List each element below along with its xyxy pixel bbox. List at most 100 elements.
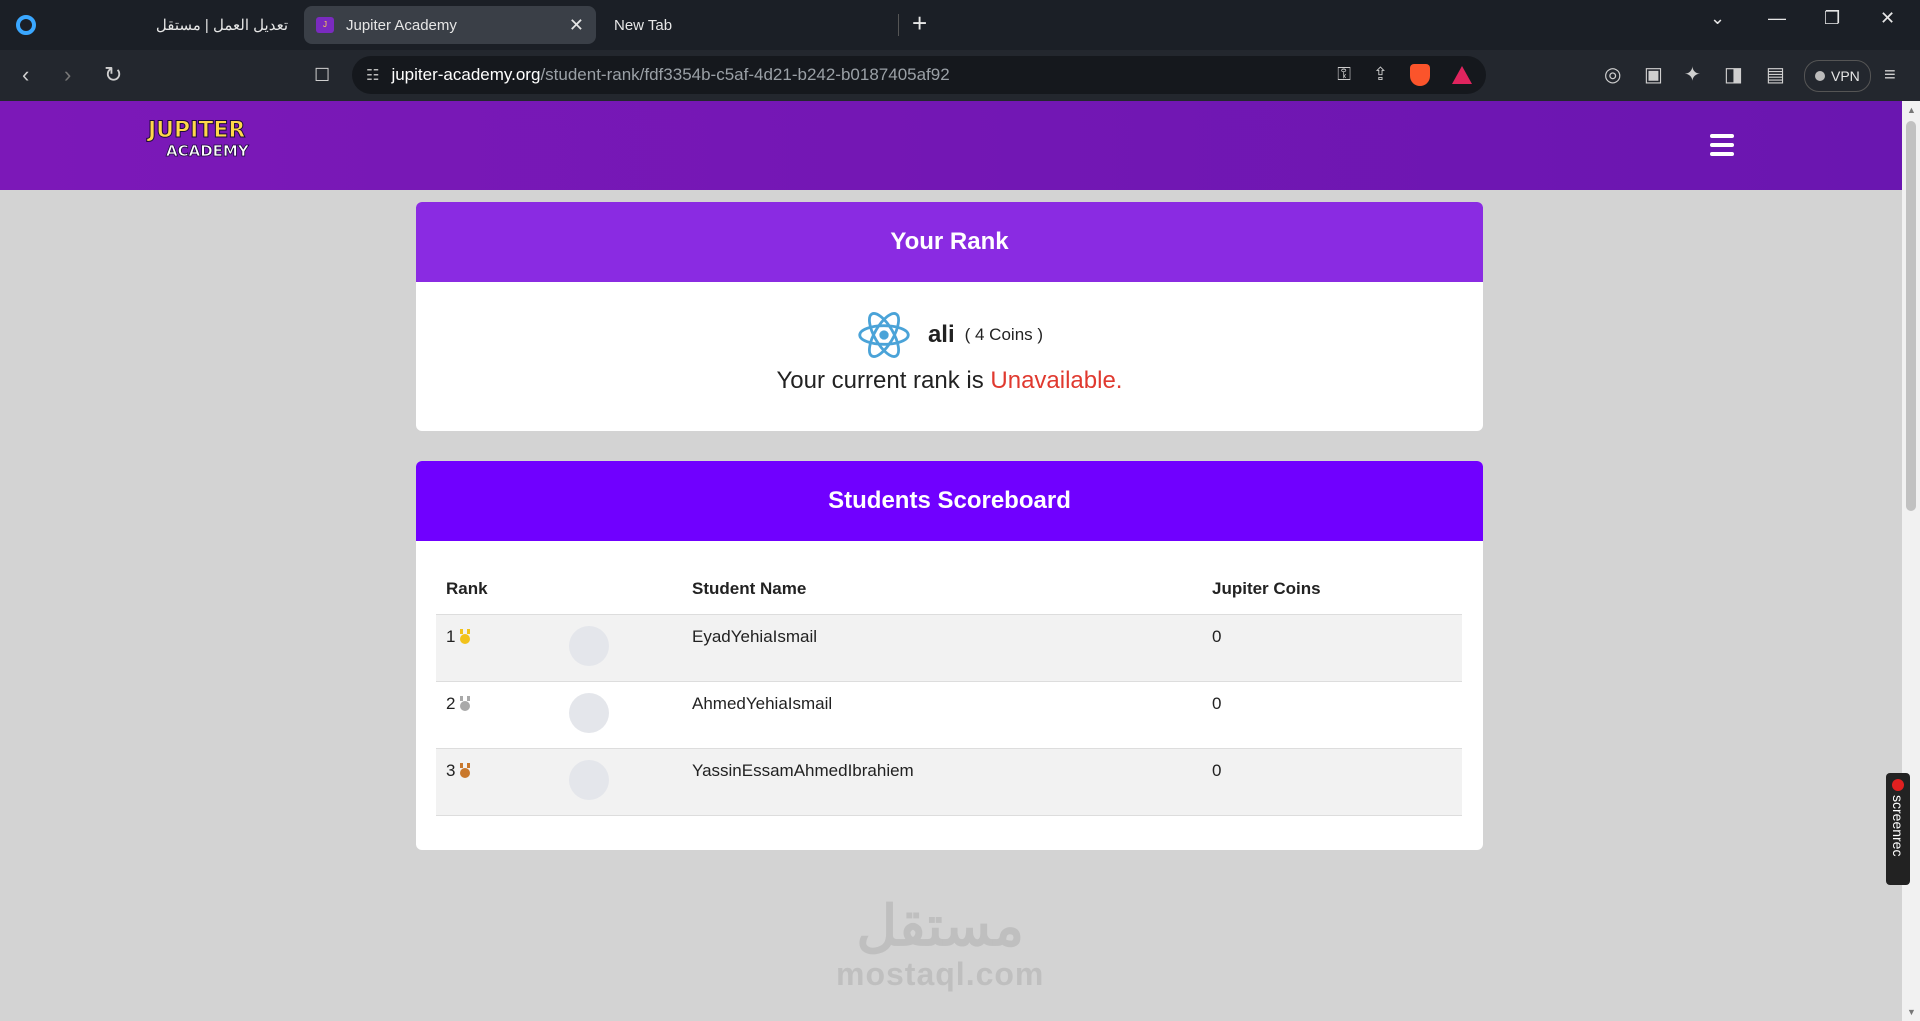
watermark-latin: mostaql.com bbox=[836, 956, 1045, 992]
screenrec-label: screenrec bbox=[1890, 795, 1906, 857]
rank-number: 3 bbox=[446, 761, 456, 780]
avatar bbox=[569, 693, 609, 733]
column-header-student-name: Student Name bbox=[682, 564, 1202, 615]
rank-cell: 2 bbox=[436, 681, 559, 749]
mostaql-watermark: مستقل mostaql.com bbox=[836, 896, 1044, 993]
tab-title: Jupiter Academy bbox=[346, 16, 457, 34]
jupiter-academy-logo[interactable]: JUPITER ACADEMY bbox=[148, 118, 258, 169]
table-row: 3 YassinEssamAhmedIbrahiem 0 bbox=[436, 748, 1462, 816]
vpn-status-icon bbox=[1815, 71, 1825, 81]
rank-cell: 3 bbox=[436, 748, 559, 816]
student-name-cell: YassinEssamAhmedIbrahiem bbox=[682, 748, 1202, 816]
hamburger-menu-icon[interactable] bbox=[1710, 134, 1734, 161]
rank-cell: 1 bbox=[436, 614, 559, 682]
browser-logo-icon[interactable] bbox=[16, 15, 36, 35]
tab-title: New Tab bbox=[614, 16, 673, 34]
table-header-row: Rank Student Name Jupiter Coins bbox=[436, 564, 1462, 615]
column-header-avatar bbox=[559, 564, 682, 615]
close-window-button[interactable]: ✕ bbox=[1880, 8, 1895, 29]
logo-text-bottom: ACADEMY bbox=[166, 142, 250, 160]
tab-mostaql[interactable]: تعديل العمل | مستقل bbox=[140, 6, 300, 44]
avatar-cell bbox=[559, 748, 682, 816]
forward-button[interactable]: › bbox=[64, 62, 71, 88]
coins-value: 0 bbox=[1212, 761, 1222, 780]
rank-number: 2 bbox=[446, 694, 456, 713]
rank-message: Your current rank is Unavailable. bbox=[416, 367, 1483, 395]
avatar bbox=[569, 760, 609, 800]
camera-icon[interactable]: ▣ bbox=[1644, 62, 1663, 88]
vpn-button[interactable]: VPN bbox=[1804, 60, 1871, 92]
tab-title: تعديل العمل | مستقل bbox=[155, 17, 288, 34]
coins-cell: 0 bbox=[1202, 681, 1462, 749]
tab-jupiter-academy[interactable]: J Jupiter Academy ✕ bbox=[304, 6, 596, 44]
student-name: EyadYehiaIsmail bbox=[692, 627, 818, 646]
tab-search-dropdown-icon[interactable]: ⌄ bbox=[1710, 8, 1725, 29]
minimize-button[interactable]: — bbox=[1768, 8, 1786, 29]
wallet-icon[interactable]: ▤ bbox=[1766, 62, 1785, 88]
back-button[interactable]: ‹ bbox=[22, 62, 29, 88]
tab-new-tab[interactable]: New Tab bbox=[602, 6, 892, 44]
extensions-icon[interactable]: ✦ bbox=[1684, 62, 1701, 88]
coins-value: 0 bbox=[1212, 627, 1222, 646]
logo-text-top: JUPITER bbox=[148, 118, 246, 143]
scroll-up-icon[interactable]: ▲ bbox=[1907, 105, 1916, 115]
student-name-cell: AhmedYehiaIsmail bbox=[682, 681, 1202, 749]
reload-button[interactable]: ↻ bbox=[104, 62, 122, 88]
bookmark-icon[interactable]: ☐ bbox=[314, 62, 330, 88]
browser-tab-bar: تعديل العمل | مستقل J Jupiter Academy ✕ … bbox=[0, 0, 1920, 50]
your-rank-card: Your Rank ali ( 4 Coins ) Your current r… bbox=[416, 202, 1483, 431]
new-tab-button[interactable]: + bbox=[912, 8, 927, 39]
student-name: AhmedYehiaIsmail bbox=[692, 694, 833, 713]
coins-cell: 0 bbox=[1202, 614, 1462, 682]
table-row: 1 EyadYehiaIsmail 0 bbox=[436, 614, 1462, 682]
rank-number: 1 bbox=[446, 627, 456, 646]
user-name: ali bbox=[927, 321, 955, 348]
brave-rewards-icon[interactable] bbox=[1452, 66, 1472, 84]
site-settings-icon[interactable]: ☷ bbox=[366, 66, 379, 84]
scoreboard-table: Rank Student Name Jupiter Coins 1 EyadYe… bbox=[436, 564, 1462, 816]
coins-cell: 0 bbox=[1202, 748, 1462, 816]
table-row: 2 AhmedYehiaIsmail 0 bbox=[436, 681, 1462, 749]
url-host: jupiter-academy.org bbox=[391, 65, 541, 84]
student-name-cell: EyadYehiaIsmail bbox=[682, 614, 1202, 682]
globe-icon[interactable]: ◎ bbox=[1604, 62, 1621, 88]
students-scoreboard-card: Students Scoreboard Rank Student Name Ju… bbox=[416, 461, 1483, 850]
student-name: YassinEssamAhmedIbrahiem bbox=[692, 761, 914, 780]
coins-value: 0 bbox=[1212, 694, 1222, 713]
gold-medal-icon bbox=[459, 629, 471, 644]
close-tab-icon[interactable]: ✕ bbox=[569, 15, 584, 36]
brave-shields-icon[interactable] bbox=[1410, 64, 1430, 86]
restore-button[interactable]: ❐ bbox=[1824, 8, 1840, 29]
share-icon[interactable]: ⇪ bbox=[1373, 64, 1388, 86]
screenrec-widget[interactable]: screenrec bbox=[1886, 773, 1910, 885]
user-summary: ali ( 4 Coins ) bbox=[416, 307, 1483, 363]
silver-medal-icon bbox=[459, 696, 471, 711]
your-rank-title: Your Rank bbox=[416, 202, 1483, 282]
column-header-jupiter-coins: Jupiter Coins bbox=[1202, 564, 1462, 615]
avatar-cell bbox=[559, 614, 682, 682]
scroll-down-icon[interactable]: ▼ bbox=[1907, 1007, 1916, 1017]
browser-toolbar: ‹ › ↻ ☐ ☷ jupiter-academy.org/student-ra… bbox=[0, 50, 1920, 101]
scoreboard-title: Students Scoreboard bbox=[416, 461, 1483, 541]
key-icon[interactable]: ⚿ bbox=[1337, 64, 1351, 86]
react-atom-icon bbox=[858, 312, 910, 358]
rank-status: Unavailable. bbox=[990, 367, 1123, 394]
tab-divider bbox=[898, 14, 899, 36]
bronze-medal-icon bbox=[459, 763, 471, 778]
menu-icon[interactable]: ≡ bbox=[1884, 62, 1896, 88]
column-header-rank: Rank bbox=[436, 564, 559, 615]
rank-prefix: Your current rank is bbox=[776, 367, 991, 394]
url-path: /student-rank/fdf3354b-c5af-4d21-b242-b0… bbox=[540, 65, 950, 84]
avatar-cell bbox=[559, 681, 682, 749]
user-coins: ( 4 Coins ) bbox=[964, 325, 1044, 344]
site-header: JUPITER ACADEMY bbox=[0, 101, 1902, 190]
page-viewport: JUPITER ACADEMY Your Rank ali ( 4 Coins … bbox=[0, 101, 1902, 1021]
watermark-arabic: مستقل bbox=[856, 894, 1024, 957]
address-bar[interactable]: ☷ jupiter-academy.org/student-rank/fdf33… bbox=[352, 56, 1486, 94]
sidebar-icon[interactable]: ◨ bbox=[1724, 62, 1743, 88]
jupiter-favicon-icon: J bbox=[316, 17, 334, 33]
avatar bbox=[569, 626, 609, 666]
vpn-label: VPN bbox=[1831, 68, 1860, 84]
scroll-thumb[interactable] bbox=[1906, 121, 1916, 511]
address-bar-actions: ⚿ ⇪ bbox=[1337, 64, 1472, 86]
